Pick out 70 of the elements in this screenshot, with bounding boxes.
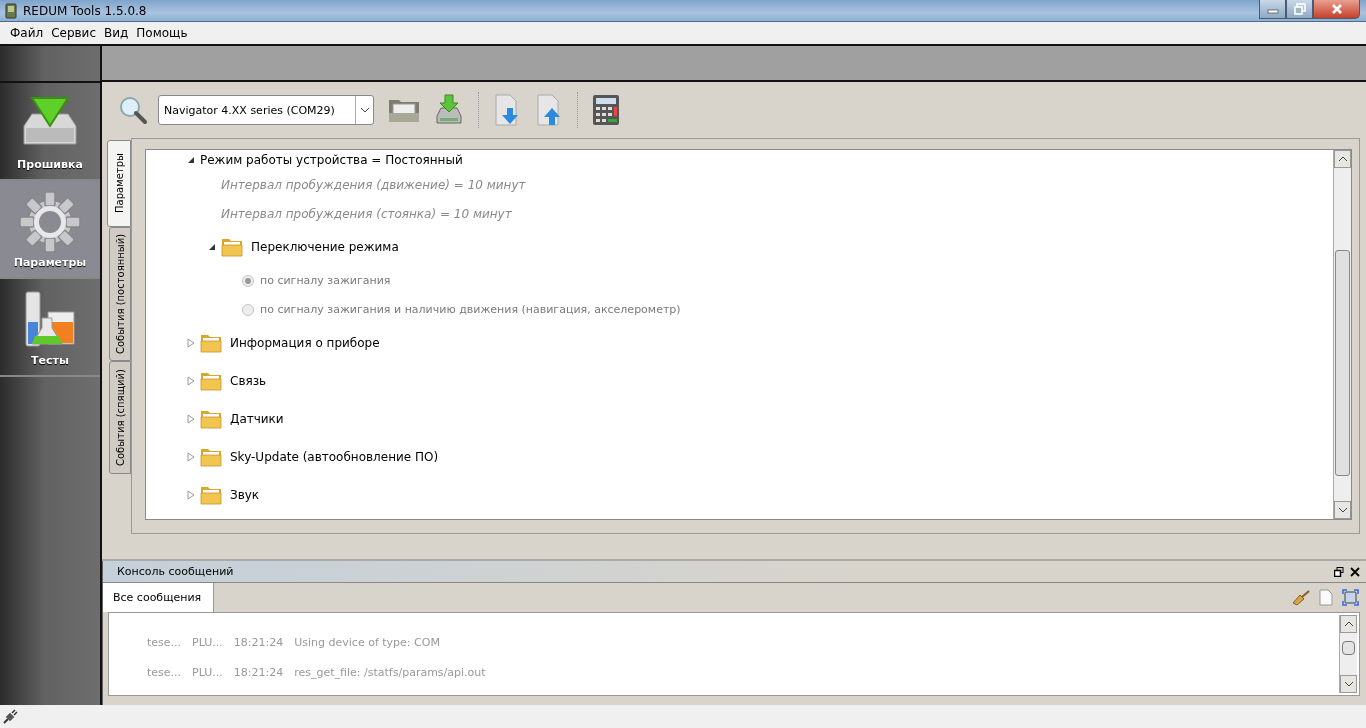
scrollbar[interactable] — [1333, 150, 1351, 519]
expand-arrow-icon[interactable] — [187, 414, 195, 424]
tab[interactable]: Параметры — [107, 140, 131, 227]
device-dropdown[interactable]: Navigator 4.XX series (COM29) — [158, 95, 374, 125]
folder-icon — [200, 447, 222, 467]
folder-label[interactable]: Переключение режима — [251, 240, 399, 254]
expand-arrow-icon[interactable] — [187, 338, 195, 348]
tab[interactable]: События (спящий) — [109, 361, 131, 474]
log-cell: PLU... — [192, 635, 223, 649]
close-button[interactable] — [1313, 0, 1360, 19]
disk-download-icon[interactable] — [434, 94, 464, 126]
close-icon[interactable] — [1350, 566, 1360, 577]
file-up-icon[interactable] — [535, 94, 563, 126]
app-icon — [5, 3, 17, 19]
scroll-up-icon[interactable] — [1337, 156, 1348, 162]
menu-item[interactable]: Помощь — [132, 26, 192, 40]
plug-icon — [2, 708, 18, 725]
tab[interactable]: Все сообщения — [103, 583, 215, 612]
window-title: REDUM Tools 1.5.0.8 — [23, 4, 147, 18]
scroll-thumb[interactable] — [1335, 250, 1350, 476]
folder-icon — [200, 371, 222, 391]
restore-button[interactable] — [1286, 0, 1313, 19]
expand-arrow-icon[interactable] — [187, 452, 195, 462]
log-message: Using device of type: COM — [294, 635, 440, 649]
log-cell: tese... — [147, 665, 182, 679]
document-icon[interactable] — [1319, 589, 1333, 606]
folder-icon — [200, 409, 222, 429]
chevron-icon — [359, 107, 370, 113]
scroll-up-icon[interactable] — [1343, 621, 1354, 627]
file-down-icon[interactable] — [493, 94, 521, 126]
gear-icon — [18, 189, 82, 254]
fit-to-window-icon[interactable] — [1342, 589, 1359, 606]
log-time: 18:21:24 — [233, 635, 284, 649]
folder-label[interactable]: Sky-Update (автообновление ПО) — [230, 450, 439, 464]
menu-item[interactable]: Вид — [100, 26, 133, 40]
console-title: Консоль сообщений — [117, 565, 234, 578]
minimize-button[interactable] — [1259, 0, 1286, 19]
folder-label[interactable]: Звук — [230, 488, 260, 502]
log-cell: tese... — [147, 635, 182, 649]
parameter-text: Интервал пробуждения (движение) = 10 минут — [221, 177, 526, 192]
log-time: 18:21:24 — [233, 665, 284, 679]
expand-arrow-icon[interactable] — [187, 376, 195, 386]
folder-label[interactable]: Информация о приборе — [230, 336, 380, 350]
scrollbar[interactable] — [1339, 615, 1357, 693]
expand-arrow-icon[interactable] — [187, 490, 195, 500]
collapse-arrow-icon[interactable] — [187, 156, 195, 164]
sidebar-item[interactable]: Тесты — [0, 279, 100, 377]
log-cell: PLU... — [192, 665, 223, 679]
folder-icon — [200, 333, 222, 353]
restore-icon — [1293, 3, 1306, 15]
folder-icon — [200, 485, 222, 505]
scroll-down-icon[interactable] — [1337, 507, 1348, 513]
log-message: res_get_file: /statfs/params/api.out — [294, 665, 486, 679]
setting-text: Режим работы устройства = Постоянный — [200, 153, 463, 167]
close-icon — [1329, 3, 1344, 15]
scroll-thumb[interactable] — [1342, 641, 1355, 655]
broom-icon[interactable] — [1292, 589, 1310, 606]
menu-item[interactable]: Файл — [6, 26, 48, 40]
menu-item[interactable]: Сервис — [47, 26, 100, 40]
tab[interactable]: События (постоянный) — [109, 227, 131, 361]
search-icon[interactable] — [118, 95, 148, 125]
calculator-icon[interactable] — [592, 94, 620, 126]
collapse-arrow-icon[interactable] — [208, 243, 216, 251]
sidebar-item[interactable]: Прошивка — [0, 83, 100, 181]
scroll-down-icon[interactable] — [1343, 681, 1354, 687]
folder-label[interactable]: Датчики — [230, 412, 284, 426]
float-icon[interactable] — [1334, 566, 1344, 577]
folder-icon — [221, 237, 243, 257]
parameter-text: Интервал пробуждения (стоянка) = 10 минут — [221, 206, 512, 221]
folder-label[interactable]: Связь — [230, 374, 267, 388]
